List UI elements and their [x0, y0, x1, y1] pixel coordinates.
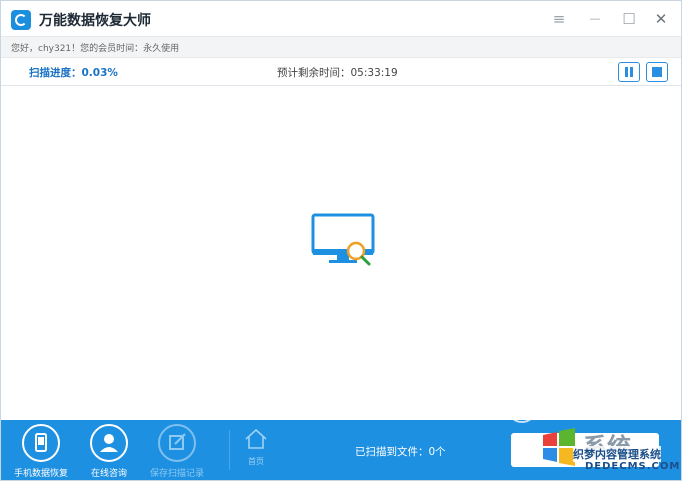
phone-recovery-label: 手机数据恢复 — [13, 469, 68, 479]
save-scan-record-label: 保存扫描记录 — [149, 469, 204, 479]
scan-progress-text: 扫描进度：0.03% — [29, 67, 118, 79]
scan-area — [1, 86, 681, 420]
home-icon — [245, 428, 267, 449]
app-logo-icon — [11, 10, 31, 30]
close-icon[interactable]: ✕ — [653, 11, 669, 27]
remaining-time-text: 预计剩余时间：05:33:19 — [277, 67, 398, 79]
toolbar-divider — [229, 430, 230, 470]
maximize-icon[interactable]: ☐ — [621, 11, 637, 27]
account-bar: 您好，chy321！您的会员时间：永久使用 — [1, 36, 681, 58]
member-greeting: 您好，chy321！您的会员时间：永久使用 — [11, 44, 180, 54]
stop-button[interactable] — [646, 62, 668, 82]
phone-icon — [22, 424, 60, 462]
save-record-icon — [158, 424, 196, 462]
minimize-icon[interactable]: — — [587, 11, 603, 27]
scan-status-bar: 扫描进度：0.03% 预计剩余时间：05:33:19 — [1, 58, 681, 86]
online-consult-label: 在线咨询 — [90, 469, 127, 479]
scanning-monitor-icon — [311, 213, 375, 266]
home-label: 首页 — [248, 457, 264, 466]
pause-icon — [625, 67, 628, 77]
stop-icon — [652, 67, 662, 77]
menu-icon[interactable]: ≡ — [551, 11, 567, 27]
home-button[interactable]: 首页 — [239, 428, 273, 467]
user-support-icon — [90, 424, 128, 462]
online-consult-button[interactable]: 在线咨询 — [71, 424, 147, 479]
bottom-toolbar: 手机数据恢复 在线咨询 保存扫描记录 首页 已扫描到文件：0个 — [1, 420, 681, 480]
pause-icon-bar — [630, 67, 633, 77]
app-window: 万能数据恢复大师 ≡ — ☐ ✕ 您好，chy321！您的会员时间：永久使用 扫… — [0, 0, 682, 481]
save-scan-record-button[interactable]: 保存扫描记录 — [139, 424, 215, 479]
app-title: 万能数据恢复大师 — [39, 13, 151, 29]
pause-button[interactable] — [618, 62, 640, 82]
scanned-files-count: 已扫描到文件：0个 — [355, 446, 446, 458]
scan-action-button[interactable] — [511, 433, 659, 467]
phone-recovery-button[interactable]: 手机数据恢复 — [3, 424, 79, 479]
title-bar: 万能数据恢复大师 ≡ — ☐ ✕ — [1, 1, 681, 36]
